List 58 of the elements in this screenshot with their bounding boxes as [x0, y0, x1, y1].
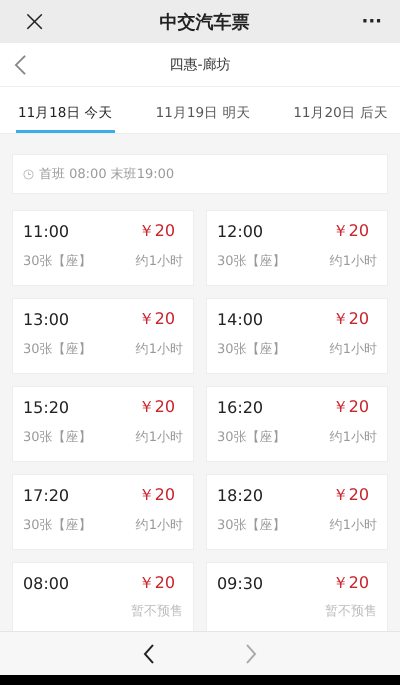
trip-duration: 约1小时	[136, 517, 183, 534]
seat-count: 30张【座】	[217, 253, 286, 270]
date-tab[interactable]: 11月20日 后天	[291, 87, 390, 133]
trip-duration: 约1小时	[330, 517, 377, 534]
seat-count: 30张【座】	[217, 517, 286, 534]
date-tab[interactable]: 11月19日 明天	[154, 87, 252, 133]
departure-time: 08:00	[23, 574, 70, 593]
departure-time: 14:00	[217, 310, 264, 329]
departure-card[interactable]: 08:00 ￥20 暂不预售	[12, 562, 194, 631]
trip-duration: 约1小时	[330, 429, 377, 446]
trip-duration: 约1小时	[136, 429, 183, 446]
ticket-price: ￥20	[138, 221, 175, 242]
clock-icon	[23, 168, 34, 180]
trip-duration: 约1小时	[136, 341, 183, 358]
ticket-price: ￥20	[332, 397, 369, 418]
ticket-price: ￥20	[138, 573, 175, 594]
departure-card[interactable]: 13:00 ￥20 30张【座】 约1小时	[12, 298, 194, 374]
departure-time: 11:00	[23, 222, 70, 241]
ticket-price: ￥20	[332, 573, 369, 594]
presale-status: 暂不预售	[131, 603, 183, 620]
departure-time: 12:00	[217, 222, 264, 241]
seat-count: 30张【座】	[23, 253, 92, 270]
trip-duration: 约1小时	[136, 253, 183, 270]
ticket-price: ￥20	[332, 309, 369, 330]
departure-time: 13:00	[23, 310, 70, 329]
departure-time: 18:20	[217, 486, 264, 505]
ticket-price: ￥20	[332, 221, 369, 242]
seat-count: 30张【座】	[23, 429, 92, 446]
departure-card[interactable]: 16:20 ￥20 30张【座】 约1小时	[206, 386, 388, 462]
departure-time: 16:20	[217, 398, 264, 417]
trip-duration: 约1小时	[330, 341, 377, 358]
trip-duration: 约1小时	[330, 253, 377, 270]
departure-card[interactable]: 15:20 ￥20 30张【座】 约1小时	[12, 386, 194, 462]
departure-card[interactable]: 12:00 ￥20 30张【座】 约1小时	[206, 210, 388, 286]
departure-card[interactable]: 09:30 ￥20 暂不预售	[206, 562, 388, 631]
departure-card[interactable]: 17:20 ￥20 30张【座】 约1小时	[12, 474, 194, 550]
more-button[interactable]: ···	[357, 11, 386, 32]
departure-time: 09:30	[217, 574, 264, 593]
presale-status: 暂不预售	[325, 603, 377, 620]
seat-count: 30张【座】	[217, 429, 286, 446]
close-button[interactable]: ×	[18, 6, 52, 36]
ticket-price: ￥20	[332, 485, 369, 506]
departure-card[interactable]: 14:00 ￥20 30张【座】 约1小时	[206, 298, 388, 374]
window-title: 中交汽车票	[159, 10, 250, 34]
ticket-price: ￥20	[138, 397, 175, 418]
schedule-text: 首班 08:00 末班19:00	[39, 166, 174, 183]
departure-card[interactable]: 18:20 ￥20 30张【座】 约1小时	[206, 474, 388, 550]
seat-count: 30张【座】	[217, 341, 286, 358]
route-title: 四惠-廊坊	[169, 56, 231, 74]
seat-count: 30张【座】	[23, 341, 92, 358]
seat-count: 30张【座】	[23, 517, 92, 534]
departure-card[interactable]: 11:00 ￥20 30张【座】 约1小时	[12, 210, 194, 286]
back-icon[interactable]	[14, 54, 27, 76]
ticket-price: ￥20	[138, 485, 175, 506]
ticket-price: ￥20	[138, 309, 175, 330]
departure-time: 15:20	[23, 398, 70, 417]
date-tab[interactable]: 11月18日 今天	[16, 87, 115, 133]
departure-time: 17:20	[23, 486, 70, 505]
